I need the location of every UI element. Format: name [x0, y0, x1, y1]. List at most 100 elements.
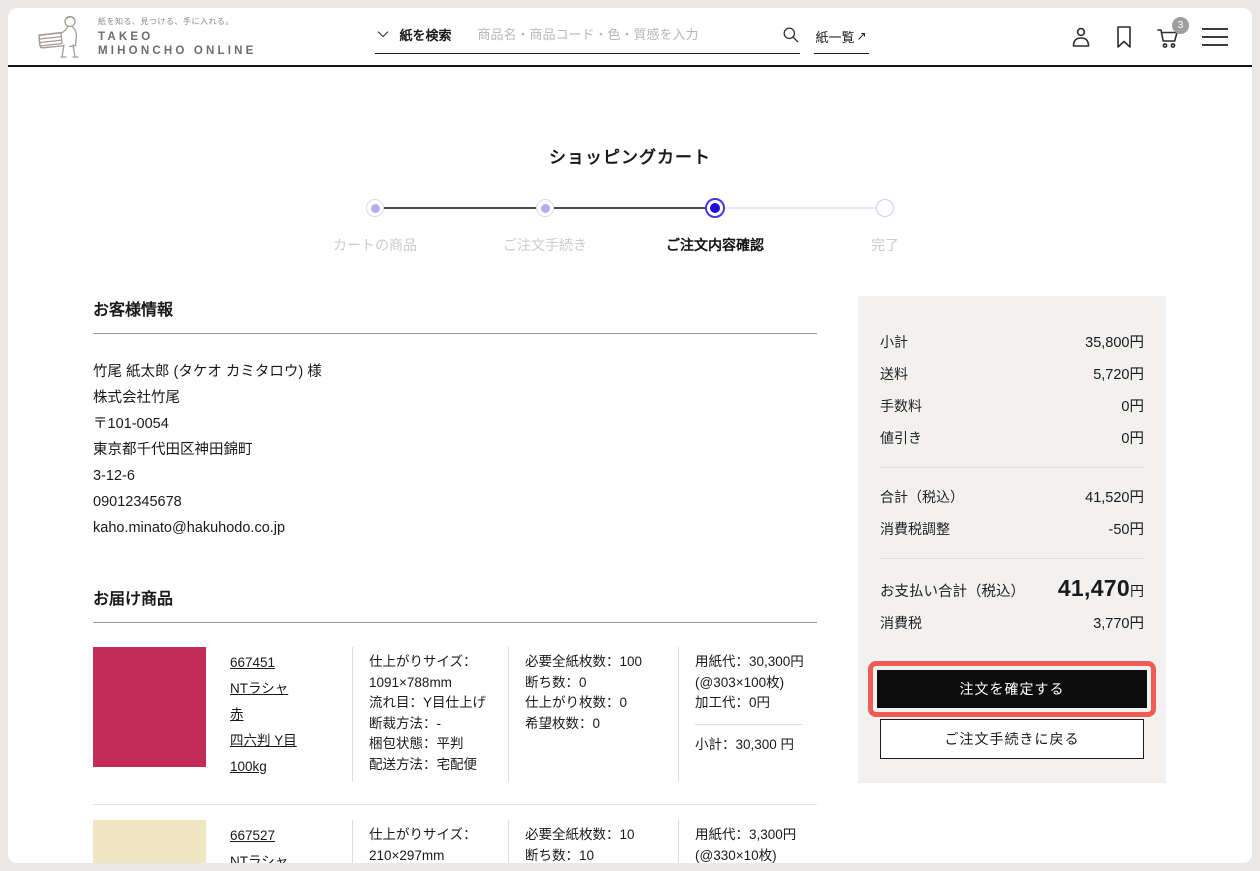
fee-label: 手数料 — [880, 398, 922, 414]
subtotal-label: 小計 — [880, 334, 908, 350]
main: ショッピングカート カートの商品 ご注文手続き ご注文内容確認 完了 お客様情報 — [8, 143, 1252, 863]
paper-list-label: 紙一覧 — [815, 29, 855, 45]
back-to-procedure-button[interactable]: ご注文手続きに戻る — [880, 719, 1144, 759]
step-label-procedure: ご注文手続き — [503, 237, 587, 253]
shipping-value: 5,720円 — [1093, 367, 1144, 383]
stepper-labels: カートの商品 ご注文手続き ご注文内容確認 完了 — [290, 235, 970, 255]
step-dot-cart — [366, 199, 384, 217]
product-brand-link[interactable]: NTラシャ — [230, 851, 352, 863]
search-zone: 紙を検索 紙一覧 ↗ — [374, 20, 869, 54]
product-specs: 仕上がりサイズ： 210×297mm 流れ目：T目仕上げ 断裁方法：中落とし化粧… — [352, 820, 508, 863]
product-price: 用紙代：3,300円 (@330×10枚) 加工代：1,100円 — [678, 820, 817, 863]
account-icon[interactable] — [1069, 25, 1093, 49]
product-row: 667451 NTラシャ 赤 四六判 Y目 100kg 仕上がりサイズ： 109… — [93, 623, 817, 804]
search-bar[interactable]: 紙を検索 — [374, 20, 800, 54]
price-line: 加工代：0円 — [695, 695, 771, 710]
fee-row: 手数料 0円 — [880, 396, 1144, 417]
product-brand-link[interactable]: NTラシャ — [230, 678, 352, 699]
price-line: (@330×10枚) — [695, 847, 777, 863]
logo[interactable]: 紙を知る、見つける、手に入れる。 TAKEO MIHONCHO ONLINE — [30, 13, 257, 61]
spec-line: 1091×788mm — [369, 674, 452, 690]
spec-line: 仕上がりサイズ： — [369, 654, 477, 669]
tax-adjust-value: -50円 — [1108, 522, 1144, 538]
spec-line: 210×297mm — [369, 847, 445, 863]
header: 紙を知る、見つける、手に入れる。 TAKEO MIHONCHO ONLINE 紙… — [8, 8, 1252, 67]
tax-adjust-label: 消費税調整 — [880, 521, 950, 537]
brand-line-2: MIHONCHO ONLINE — [98, 44, 257, 57]
product-counts: 必要全紙枚数：10 断ち数：10 仕上がり枚数：100 希望枚数：100 — [508, 820, 678, 863]
brand-line-1: TAKEO — [98, 30, 154, 43]
subtotal-value: 35,800円 — [1085, 335, 1144, 351]
chevron-down-icon[interactable] — [375, 26, 391, 42]
price-line: 用紙代：30,300円 — [695, 654, 804, 669]
spec-line: 仕上がりサイズ： — [369, 827, 477, 842]
content: お客様情報 竹尾 紙太郎 (タケオ カミタロウ) 様 株式会社竹尾 〒101-0… — [8, 296, 1252, 863]
customer-info-heading: お客様情報 — [93, 296, 817, 334]
product-links: 667527 NTラシャ うすクリーム 四六判 Y目 — [230, 820, 352, 863]
cart-icon[interactable]: 3 — [1155, 16, 1189, 50]
product-links: 667451 NTラシャ 赤 四六判 Y目 100kg — [230, 647, 352, 782]
customer-company: 株式会社竹尾 — [93, 390, 180, 406]
price-line: (@303×100枚) — [695, 674, 785, 690]
payment-total-row: お支払い合計（税込） 41,470円 — [880, 575, 1144, 602]
spec-line: 梱包状態：平判 — [369, 736, 464, 751]
price-line: 用紙代：3,300円 — [695, 827, 797, 842]
logo-text: 紙を知る、見つける、手に入れる。 TAKEO MIHONCHO ONLINE — [98, 16, 257, 58]
tax-adjust-row: 消費税調整 -50円 — [880, 519, 1144, 540]
summary-divider — [880, 558, 1144, 559]
confirm-button-highlight: 注文を確定する — [868, 661, 1156, 717]
confirm-order-button[interactable]: 注文を確定する — [877, 670, 1147, 708]
stepper-segment — [545, 207, 715, 209]
bookmark-icon[interactable] — [1114, 25, 1134, 49]
subtotal-row: 小計 35,800円 — [880, 332, 1144, 353]
payment-total-value: 41,470 — [1057, 575, 1130, 601]
customer-postal: 〒101-0054 — [93, 416, 169, 432]
product-subtotal: 小計：30,300 円 — [695, 736, 795, 752]
stepper-track — [290, 198, 970, 218]
customer-address2: 3-12-6 — [93, 468, 135, 484]
count-line: 仕上がり枚数：0 — [525, 695, 628, 710]
shipping-label: 送料 — [880, 366, 908, 382]
product-swatch[interactable] — [93, 647, 206, 767]
product-row: 667527 NTラシャ うすクリーム 四六判 Y目 仕上がりサイズ： 210×… — [93, 805, 817, 863]
product-code-link[interactable]: 667451 — [230, 652, 352, 673]
step-dot-complete — [876, 199, 894, 217]
tax-label: 消費税 — [880, 615, 922, 631]
logo-illustration-icon — [38, 15, 79, 58]
logo-tagline: 紙を知る、見つける、手に入れる。 — [98, 16, 234, 26]
customer-info: 竹尾 紙太郎 (タケオ カミタロウ) 様 株式会社竹尾 〒101-0054 東京… — [93, 359, 817, 541]
product-color-link[interactable]: 赤 — [230, 704, 352, 725]
discount-row: 値引き 0円 — [880, 428, 1144, 449]
count-line: 必要全紙枚数：10 — [525, 827, 635, 842]
spec-line: 流れ目：Y目仕上げ — [369, 695, 487, 710]
count-line: 断ち数：10 — [525, 847, 595, 863]
search-input[interactable] — [477, 26, 773, 42]
checkout-stepper: カートの商品 ご注文手続き ご注文内容確認 完了 — [290, 198, 970, 255]
header-icons: 3 — [1069, 16, 1228, 50]
menu-icon[interactable] — [1202, 26, 1228, 48]
payment-total-unit: 円 — [1130, 583, 1144, 599]
product-size-link[interactable]: 四六判 Y目 — [230, 730, 352, 751]
product-weight-link[interactable]: 100kg — [230, 756, 352, 777]
shipping-row: 送料 5,720円 — [880, 364, 1144, 385]
product-code-link[interactable]: 667527 — [230, 825, 352, 846]
search-category-label[interactable]: 紙を検索 — [400, 25, 452, 44]
count-line: 必要全紙枚数：100 — [525, 654, 643, 669]
stepper-segment — [715, 207, 885, 209]
product-swatch[interactable] — [93, 820, 206, 863]
paper-list-link[interactable]: 紙一覧 ↗ — [813, 27, 869, 54]
spec-line: 断裁方法：- — [369, 715, 441, 731]
payment-total-label: お支払い合計（税込） — [880, 584, 1025, 600]
search-icon[interactable] — [781, 25, 800, 44]
count-line: 断ち数：0 — [525, 674, 587, 690]
page: 紙を知る、見つける、手に入れる。 TAKEO MIHONCHO ONLINE 紙… — [8, 8, 1252, 863]
external-arrow-icon: ↗ — [856, 29, 867, 43]
stepper-segment — [375, 207, 545, 209]
step-dot-procedure — [536, 199, 554, 217]
customer-address: 東京都千代田区神田錦町 — [93, 442, 253, 458]
cart-count-badge: 3 — [1172, 16, 1189, 34]
discount-label: 値引き — [880, 430, 922, 446]
total-label: 合計（税込） — [880, 489, 964, 505]
count-line: 希望枚数：0 — [525, 715, 601, 731]
order-details: お客様情報 竹尾 紙太郎 (タケオ カミタロウ) 様 株式会社竹尾 〒101-0… — [93, 296, 817, 863]
